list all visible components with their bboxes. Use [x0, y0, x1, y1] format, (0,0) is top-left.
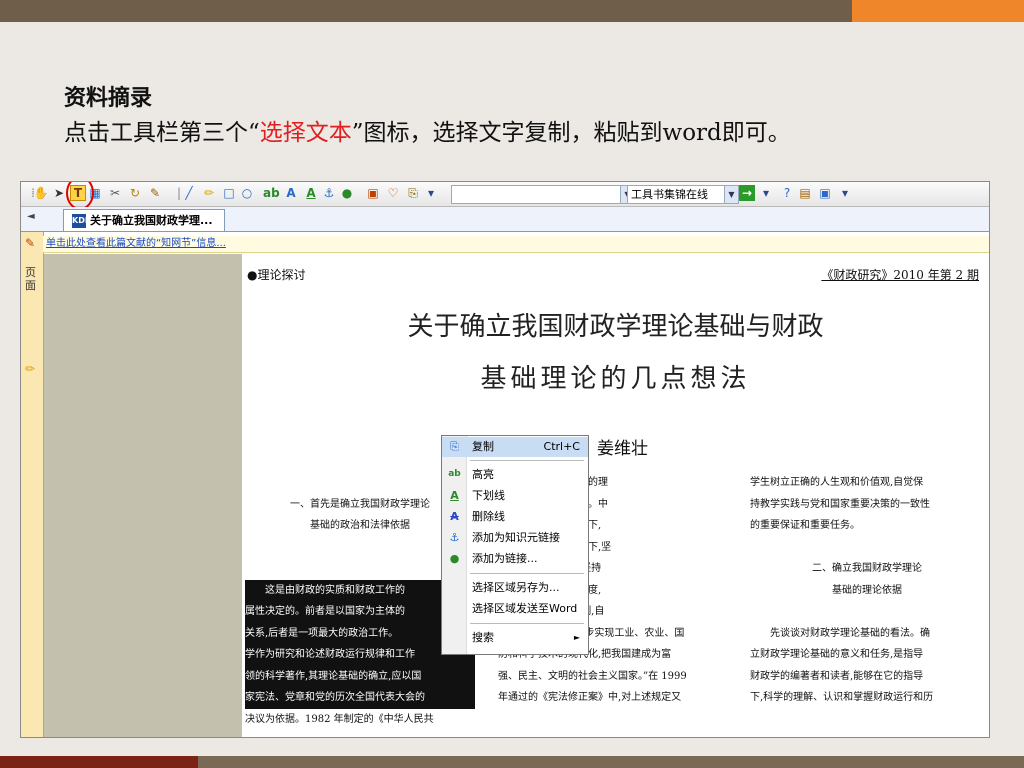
menu-item-highlight[interactable]: ab 高亮 — [442, 465, 588, 485]
menu-item-send-to-word[interactable]: 选择区域发送至Word — [442, 599, 588, 619]
text-column-3: 学生树立正确的人生观和价值观,自觉保 持教学实践与党和国家重要决策的一致性 的重… — [750, 472, 984, 709]
article-title-line1: 关于确立我国财政学理论基础与财政 — [407, 312, 824, 342]
article-author: 姜维壮 — [597, 439, 648, 459]
tab-document-label: 关于确立我国财政学理... — [90, 214, 213, 227]
go-arrow-icon[interactable]: → — [739, 185, 755, 201]
document-page[interactable]: ●理论探讨 《财政研究》2010 年第 2 期 关于确立我国财政学理论基础与财政… — [242, 254, 989, 737]
tab-bar: ◄ KDH关于确立我国财政学理... — [21, 207, 989, 232]
info-bar: 单击此处查看此篇文献的“知网节”信息... — [43, 236, 989, 253]
text-line: 学生树立正确的人生观和价值观,自觉保 — [750, 477, 924, 488]
text-line: 立财政学理论基础的意义和任务,是指导 — [750, 649, 924, 660]
thumbnail-icon[interactable]: ✎ — [25, 236, 35, 250]
highlight-icon: ab — [448, 469, 461, 479]
instruction-post: ”图标，选择文字复制，粘贴到word即可。 — [351, 120, 791, 146]
column-heading: 二、确立我国财政学理论 — [812, 563, 922, 574]
toolbar-overflow-icon[interactable]: ▾ — [758, 185, 774, 201]
knowledge-node-link[interactable]: 单击此处查看此篇文献的“知网节”信息... — [46, 238, 226, 249]
pencil-icon[interactable]: ✏ — [25, 362, 35, 376]
link-tool-icon[interactable]: ● — [339, 185, 355, 201]
menu-separator — [470, 573, 584, 574]
text-line: 决议为依据。1982 年制定的《中华人民共 — [245, 713, 434, 725]
toolbar-overflow-icon[interactable]: ▾ — [423, 185, 439, 201]
reference-combo-value: 工具书集锦在线 — [631, 188, 708, 201]
slide-title: 资料摘录 — [64, 85, 153, 111]
menu-item-copy[interactable]: ⎘ 复制 Ctrl+C — [442, 437, 588, 457]
submenu-arrow-icon: ► — [573, 633, 580, 642]
pencil-tool-icon[interactable]: ✏ — [201, 185, 217, 201]
menu-item-add-link[interactable]: ● 添加为链接... — [442, 549, 588, 569]
line-tool-icon[interactable]: ╱ — [181, 185, 197, 201]
slide-bottom-bar — [0, 756, 1024, 768]
text-line: 持教学实践与党和国家重要决策的一致性 — [750, 498, 930, 510]
digest-tool-icon[interactable]: ▣ — [365, 185, 381, 201]
side-tab-pages[interactable]: 页面 — [25, 266, 39, 292]
side-panel: ✎ 页面 ✏ — [21, 232, 44, 737]
slide-instruction: 点击工具栏第三个“选择文本”图标，选择文字复制，粘贴到word即可。 — [64, 113, 791, 147]
anchor-tool-icon[interactable]: ⚓ — [321, 185, 337, 201]
tab-scroll-left-icon[interactable]: ◄ — [27, 211, 35, 222]
slide-top-accent — [852, 0, 1024, 22]
slide-bottom-accent — [0, 756, 198, 768]
copy-icon: ⎘ — [450, 440, 459, 453]
attach-tool-icon[interactable]: ⎘ — [405, 185, 421, 201]
rectangle-tool-icon[interactable]: □ — [221, 185, 237, 201]
text-line: 下,科学的理解、认识和掌握财政运行和历 — [750, 692, 934, 703]
highlight-tool-icon[interactable]: ab — [263, 185, 280, 201]
anchor-icon: ⚓ — [449, 531, 460, 544]
menu-item-knowledge-link[interactable]: ⚓ 添加为知识元链接 — [442, 528, 588, 548]
toolbar-overflow-icon[interactable]: ▾ — [837, 185, 853, 201]
instruction-pre: 点击工具栏第三个“ — [64, 120, 260, 146]
help-icon[interactable]: ? — [779, 185, 795, 201]
menu-item-search[interactable]: 搜索 ► — [442, 628, 588, 648]
journal-citation[interactable]: 《财政研究》2010 年第 2 期 — [821, 266, 979, 283]
window-icon[interactable]: ▣ — [817, 185, 833, 201]
slide-top-bar — [0, 0, 1024, 22]
rotate-icon[interactable]: ↻ — [127, 185, 143, 201]
underline-icon: A — [450, 489, 459, 502]
strike-tool-icon[interactable]: A — [283, 185, 299, 201]
note-icon[interactable]: ✎ — [147, 185, 163, 201]
reference-combo[interactable]: 工具书集锦在线 ▼ — [627, 185, 739, 204]
strikethrough-icon: A — [450, 510, 459, 523]
snapshot-icon[interactable]: ✂ — [107, 185, 123, 201]
hand-tool-icon[interactable]: ✋ — [33, 185, 49, 201]
underline-tool-icon[interactable]: A — [303, 185, 319, 201]
favorite-tool-icon[interactable]: ♡ — [385, 185, 401, 201]
menu-separator — [470, 623, 584, 624]
menu-item-strikethrough[interactable]: A 删除线 — [442, 507, 588, 527]
text-line: 先谈谈对财政学理论基础的看法。确 — [770, 627, 930, 639]
menu-item-underline[interactable]: A 下划线 — [442, 486, 588, 506]
reader-toolbar: ⁞ ✋ ➤ T ▦ ✂ ↻ ✎ | ╱ ✏ □ ○ ab A A ⚓ ● ▣ ♡… — [21, 182, 989, 210]
menu-item-save-region[interactable]: 选择区域另存为... — [442, 578, 588, 598]
selected-text-line: 家宪法、党章和党的历次全国代表大会的 — [245, 687, 475, 709]
chevron-down-icon[interactable]: ▼ — [724, 186, 738, 203]
text-line: 强、民主、文明的社会主义国家。”在 1999 — [498, 670, 687, 682]
section-label: ●理论探讨 — [247, 268, 306, 282]
pointer-tool-icon[interactable]: ➤ — [51, 185, 67, 201]
selected-text-line: 领的科学著作,其理论基础的确立,应以国 — [245, 665, 475, 687]
text-line: 的重要保证和重要任务。 — [750, 520, 860, 531]
instruction-highlight: 选择文本 — [259, 120, 352, 146]
document-tab-icon: KDH — [72, 214, 92, 228]
search-combo[interactable]: ▼ — [451, 185, 635, 204]
text-line: 财政学的编著者和读者,能够在它的指导 — [750, 670, 924, 682]
page-gutter — [44, 254, 242, 737]
menu-separator — [470, 460, 584, 461]
highlight-circle — [66, 182, 94, 210]
article-title-line2: 基础理论的几点想法 — [480, 364, 751, 394]
ellipse-tool-icon[interactable]: ○ — [239, 185, 255, 201]
link-icon: ● — [449, 552, 460, 565]
context-menu: ⎘ 复制 Ctrl+C ab 高亮 A 下划线 A 删除线 ⚓ 添加为知识元链接 ● 添加为链… — [441, 435, 589, 655]
tab-document[interactable]: KDH关于确立我国财政学理... — [63, 209, 225, 231]
column-heading: 基础的理论依据 — [832, 584, 902, 596]
document-icon[interactable]: ▤ — [797, 185, 813, 201]
text-line: 年通过的《宪法修正案》中,对上述规定又 — [498, 692, 682, 703]
